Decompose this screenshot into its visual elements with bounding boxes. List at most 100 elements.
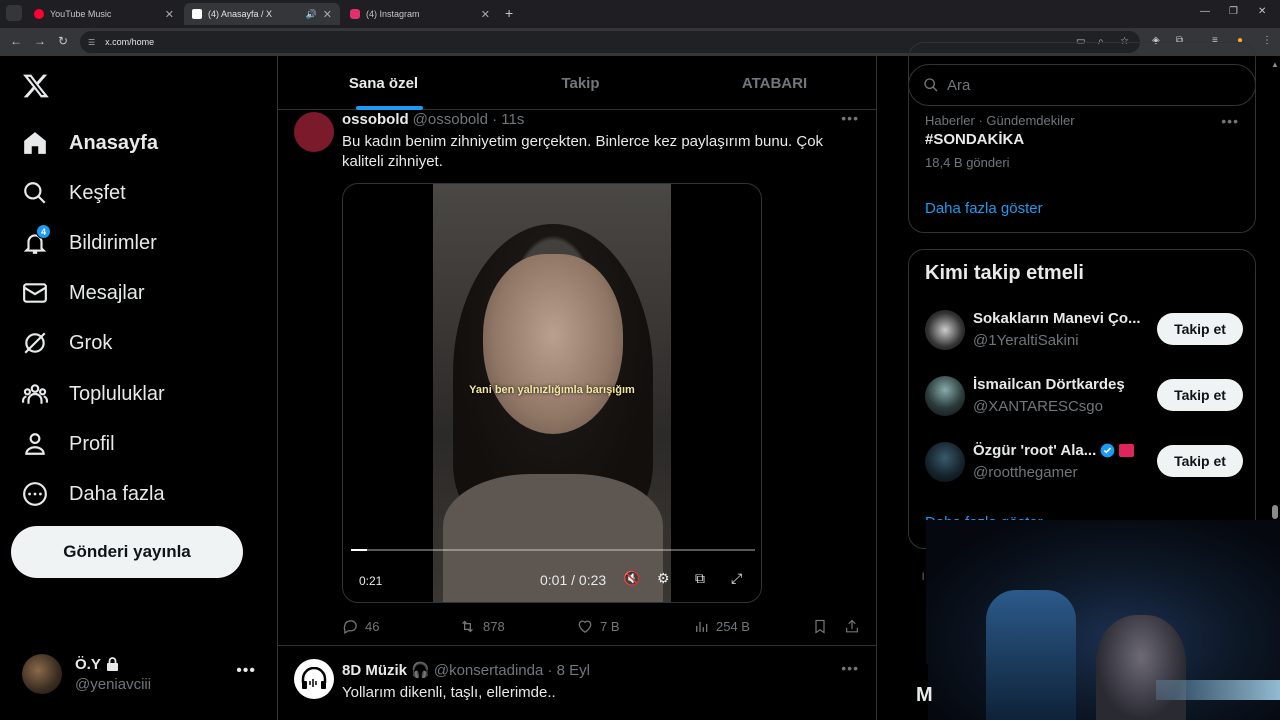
- sidebar-item-home[interactable]: Anasayfa: [22, 128, 158, 158]
- mail-icon: [22, 280, 48, 306]
- suggestion-name: İsmailcan Dörtkardeş: [973, 376, 1125, 393]
- new-tab-button[interactable]: +: [505, 5, 513, 21]
- restore-icon[interactable]: ❐: [1229, 6, 1238, 17]
- bookmark-button[interactable]: [812, 618, 834, 635]
- minimize-icon[interactable]: —: [1200, 6, 1210, 17]
- reply-button[interactable]: 46: [342, 618, 379, 635]
- tab-label: Sana özel: [348, 74, 419, 92]
- forward-icon[interactable]: →: [34, 34, 46, 48]
- bell-icon: 4: [22, 224, 51, 256]
- video-player[interactable]: Yani ben yalnızlığımla barışığım 0:21 0:…: [342, 183, 762, 603]
- profile-name: Ö.Y: [75, 655, 101, 673]
- video-subject-face: [483, 254, 623, 434]
- account-switcher[interactable]: Ö.Y @yeniavciii •••: [22, 652, 262, 696]
- reload-icon[interactable]: ↻: [58, 34, 68, 48]
- suggestion-handle: @XANTARESCsgo: [973, 398, 1103, 415]
- lock-icon: [106, 657, 118, 671]
- tweet-meta: @ossobold · 11s: [412, 111, 525, 128]
- trends-card: Haberler · Gündemdekiler #SONDAKİKA 18,4…: [908, 42, 1256, 233]
- repost-button[interactable]: 878: [458, 618, 505, 635]
- settings-gear-icon[interactable]: ⚙: [657, 570, 670, 587]
- grok-icon: [22, 330, 48, 356]
- close-icon[interactable]: ✕: [165, 8, 174, 21]
- video-progress-bar[interactable]: [351, 549, 755, 551]
- kebab-menu-icon[interactable]: ⋮: [1262, 35, 1272, 46]
- avatar[interactable]: [294, 112, 334, 152]
- tab-youtube-music[interactable]: YouTube Music ✕: [26, 3, 182, 25]
- sidebar-item-label: Bildirimler: [69, 231, 157, 254]
- suggestion-name: Özgür 'root' Ala...: [973, 442, 1097, 459]
- tab-instagram[interactable]: (4) Instagram ✕: [342, 3, 498, 25]
- tweet-author-name[interactable]: ossobold: [342, 111, 409, 128]
- back-icon[interactable]: ←: [10, 34, 22, 48]
- x-logo-icon[interactable]: [22, 72, 50, 100]
- views-button[interactable]: 254 B: [694, 618, 750, 635]
- sidebar-item-grok[interactable]: Grok: [22, 328, 112, 358]
- close-icon[interactable]: ✕: [323, 8, 332, 21]
- reply-icon: [343, 620, 357, 635]
- show-more-link[interactable]: Daha fazla göster: [925, 200, 1043, 217]
- profile-handle: @yeniavciii: [75, 675, 152, 693]
- url-text: x.com/home: [105, 37, 155, 47]
- avatar: [925, 310, 965, 350]
- tab-title: YouTube Music: [50, 9, 112, 19]
- speaker-icon[interactable]: 🔊: [306, 9, 317, 20]
- tab-label: Takip: [561, 74, 600, 92]
- close-icon[interactable]: ✕: [481, 8, 490, 21]
- sidebar-item-profile[interactable]: Profil: [22, 429, 115, 459]
- video-time: 0:01 / 0:23: [540, 572, 607, 588]
- like-button[interactable]: 7 B: [576, 618, 620, 635]
- tweet[interactable]: ossobold @ossobold · 11s ••• Bu kadın be…: [278, 110, 876, 646]
- avatar[interactable]: [294, 659, 334, 699]
- more-horizontal-icon[interactable]: •••: [1221, 113, 1239, 129]
- window-close-icon[interactable]: ✕: [1258, 6, 1266, 17]
- follow-button[interactable]: Takip et: [1157, 445, 1243, 477]
- tweet-author-name[interactable]: 8D Müzik 🎧: [342, 661, 430, 679]
- share-icon: [846, 619, 858, 633]
- headphones-icon: [301, 667, 327, 689]
- sidebar-item-notifications[interactable]: 4 Bildirimler: [22, 224, 157, 258]
- suggestion-handle: @1YeraltiSakini: [973, 332, 1079, 349]
- tab-title: (4) Anasayfa / X: [208, 9, 273, 19]
- affiliate-badge-icon: [1119, 444, 1135, 457]
- sidebar-item-label: Anasayfa: [69, 131, 158, 154]
- trend-hashtag[interactable]: #SONDAKİKA: [925, 131, 1024, 148]
- who-to-follow-title: Kimi takip etmeli: [925, 262, 1084, 284]
- follow-button[interactable]: Takip et: [1157, 379, 1243, 411]
- tab-atabari[interactable]: ATABARI: [675, 56, 874, 110]
- sidebar-item-messages[interactable]: Mesajlar: [22, 278, 145, 308]
- instagram-favicon-icon: [350, 9, 360, 19]
- more-horizontal-icon[interactable]: •••: [236, 662, 256, 680]
- tab-search-button[interactable]: [6, 5, 22, 21]
- like-count: 7 B: [600, 619, 620, 634]
- tweet-text: Bu kadın benim zihniyetim gerçekten. Bin…: [342, 133, 824, 170]
- avatar: [925, 376, 965, 416]
- follow-suggestion[interactable]: Özgür 'root' Ala... @rootthegamer Takip …: [925, 440, 1243, 484]
- scroll-up-icon[interactable]: ▲: [1271, 60, 1279, 69]
- tweet-text: Yollarım dikenli, taşlı, ellerimde..: [342, 684, 556, 701]
- search-icon: [22, 180, 48, 206]
- follow-suggestion[interactable]: Sokakların Manevi Ço... @1YeraltiSakini …: [925, 308, 1243, 352]
- sidebar-item-communities[interactable]: Topluluklar: [22, 379, 165, 409]
- messages-drawer-letter: M: [916, 684, 933, 706]
- follow-suggestion[interactable]: İsmailcan Dörtkardeş @XANTARESCsgo Takip…: [925, 374, 1243, 418]
- sidebar-item-label: Mesajlar: [69, 281, 145, 304]
- mute-icon[interactable]: 🔇: [623, 570, 640, 587]
- picture-in-picture-icon[interactable]: ⧉: [695, 570, 705, 587]
- follow-button[interactable]: Takip et: [1157, 313, 1243, 345]
- sidebar-item-more[interactable]: Daha fazla: [22, 479, 165, 509]
- share-button[interactable]: [844, 618, 866, 635]
- sidebar-item-label: Profil: [69, 432, 115, 455]
- more-horizontal-icon[interactable]: •••: [841, 110, 859, 126]
- tweet[interactable]: 8D Müzik 🎧 @konsertadinda · 8 Eyl ••• Yo…: [278, 647, 876, 720]
- more-horizontal-icon[interactable]: •••: [841, 660, 859, 676]
- post-button[interactable]: Gönderi yayınla: [11, 526, 243, 578]
- tab-following[interactable]: Takip: [481, 56, 680, 110]
- avatar: [22, 654, 62, 694]
- fullscreen-icon[interactable]: ⤢: [731, 570, 742, 587]
- scrollbar-thumb[interactable]: [1272, 505, 1278, 519]
- site-info-icon[interactable]: ☰: [88, 38, 95, 47]
- tab-x-home[interactable]: (4) Anasayfa / X 🔊 ✕: [184, 3, 340, 25]
- sidebar-item-explore[interactable]: Keşfet: [22, 178, 126, 208]
- tab-for-you[interactable]: Sana özel: [284, 56, 483, 110]
